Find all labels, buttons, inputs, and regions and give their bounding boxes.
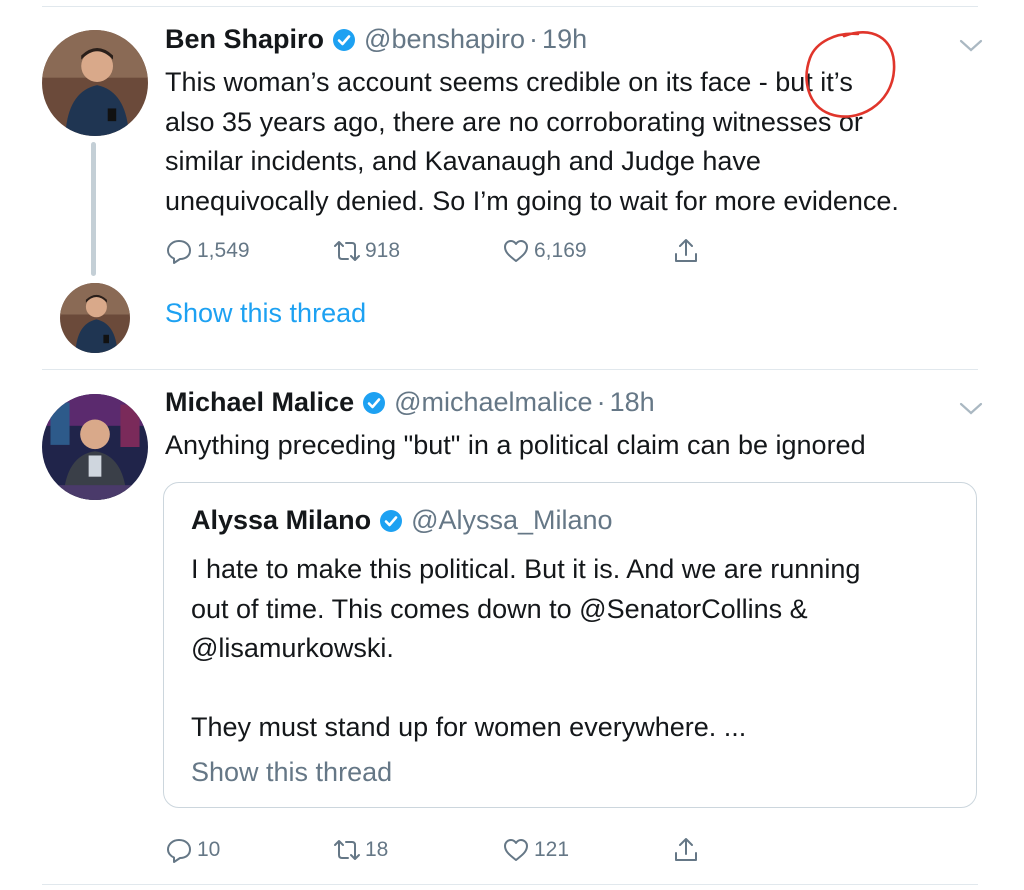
top-divider (42, 6, 978, 7)
reply-icon (167, 839, 191, 863)
like-button[interactable]: 121 (502, 836, 569, 864)
author-handle[interactable]: @michaelmalice (394, 387, 592, 418)
retweet-button[interactable]: 918 (333, 237, 400, 265)
quoted-show-thread-link[interactable]: Show this thread (191, 757, 392, 788)
retweet-icon (334, 241, 360, 261)
retweet-count: 18 (365, 838, 389, 861)
verified-badge-icon (332, 28, 356, 52)
quoted-author-name[interactable]: Alyssa Milano (191, 505, 371, 536)
reply-button[interactable]: 10 (165, 836, 220, 864)
tweet-text: Anything preceding "but" in a political … (165, 430, 866, 460)
quoted-tweet-text: I hate to make this political. But it is… (191, 554, 861, 742)
share-button[interactable] (672, 836, 704, 864)
like-icon (504, 839, 528, 861)
tweet-actions: 1,549 918 6,169 (165, 237, 725, 267)
author-name[interactable]: Michael Malice (165, 387, 354, 418)
like-count: 121 (534, 838, 570, 861)
tweet-header: Michael Malice @michaelmalice · 18h (165, 387, 655, 418)
avatar-michael-malice[interactable] (42, 394, 148, 500)
separator-dot: · (529, 24, 539, 54)
tweet-actions: 10 18 121 (165, 836, 725, 866)
share-icon (675, 239, 697, 262)
tweet-text: This woman’s account seems credible on i… (165, 67, 899, 216)
like-icon (504, 240, 528, 262)
quoted-tweet-card[interactable]: Alyssa Milano @Alyssa_Milano I hate to m… (163, 482, 977, 808)
quoted-tweet-header: Alyssa Milano @Alyssa_Milano (191, 505, 613, 536)
retweet-icon (334, 840, 360, 860)
bottom-divider (42, 884, 978, 885)
verified-badge-icon (379, 509, 403, 533)
reply-count: 1,549 (197, 239, 250, 262)
chevron-down-icon[interactable] (958, 400, 984, 418)
show-thread-link[interactable]: Show this thread (165, 298, 366, 329)
quoted-author-handle[interactable]: @Alyssa_Milano (411, 505, 613, 536)
like-button[interactable]: 6,169 (502, 237, 587, 265)
avatar-ben-shapiro[interactable] (42, 30, 148, 136)
reply-icon (167, 240, 191, 264)
share-icon (675, 838, 697, 861)
avatar-ben-shapiro-small[interactable] (60, 283, 130, 353)
verified-badge-icon (362, 391, 386, 415)
tweet-timestamp[interactable]: 19h (542, 24, 587, 55)
tweet-timestamp[interactable]: 18h (610, 387, 655, 418)
tweet-header: Ben Shapiro @benshapiro · 19h (165, 24, 587, 55)
reply-count: 10 (197, 838, 221, 861)
thread-connector-line (91, 142, 96, 276)
share-button[interactable] (672, 237, 704, 265)
retweet-count: 918 (365, 239, 401, 262)
chevron-down-icon[interactable] (958, 37, 984, 55)
tweet-divider (42, 369, 978, 370)
retweet-button[interactable]: 18 (333, 836, 388, 864)
author-name[interactable]: Ben Shapiro (165, 24, 324, 55)
author-handle[interactable]: @benshapiro (364, 24, 525, 55)
separator-dot: · (596, 387, 606, 417)
like-count: 6,169 (534, 239, 587, 262)
reply-button[interactable]: 1,549 (165, 237, 250, 265)
